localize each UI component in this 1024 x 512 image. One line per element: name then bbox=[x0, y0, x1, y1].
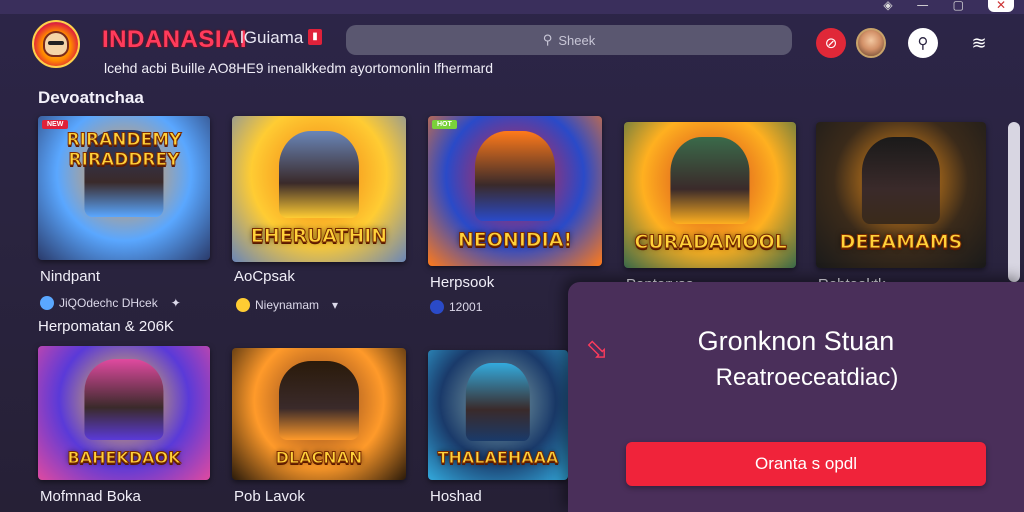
no-notifications-button[interactable]: ⊘ bbox=[816, 28, 846, 58]
title-bar bbox=[0, 0, 1024, 14]
user-avatar[interactable] bbox=[856, 28, 886, 58]
game-meta: JiQOdechc DHcek ✦ bbox=[40, 296, 181, 310]
search-placeholder: Sheek bbox=[558, 32, 596, 48]
panel-cta-button[interactable]: Oranta s opdl bbox=[626, 442, 986, 486]
game-title[interactable]: Nindpant bbox=[40, 268, 100, 285]
game-logo-text: BAHEKDAOK bbox=[67, 447, 181, 467]
game-card[interactable]: EHERUATHIN bbox=[232, 116, 406, 262]
search-button[interactable]: ⚲ bbox=[908, 28, 938, 58]
card-badge: NEW bbox=[42, 120, 69, 129]
tagline: lcehd acbi Buille AO8HE9 inenalkkedm ayo… bbox=[104, 60, 494, 76]
character-art bbox=[278, 361, 360, 441]
maximize-button[interactable]: ▢ bbox=[953, 0, 964, 12]
close-button[interactable]: ✕ bbox=[987, 0, 1014, 12]
game-title[interactable]: AoCpsak bbox=[234, 268, 295, 285]
character-art bbox=[861, 136, 941, 225]
game-logo-text: EHERUATHIN bbox=[250, 225, 388, 248]
window-controls: ◈ — ▢ ✕ bbox=[883, 0, 1014, 12]
promo-panel: ⇩ Gronknon Stuan Reatroeceatdiac) Oranta… bbox=[568, 282, 1024, 512]
provider-icon bbox=[430, 300, 444, 314]
game-meta-text: 12001 bbox=[449, 300, 483, 314]
app-logo[interactable] bbox=[32, 20, 80, 68]
game-card[interactable]: THALAEHAAA bbox=[428, 350, 568, 480]
flag-icon: ▮ bbox=[308, 29, 322, 45]
game-card[interactable]: DEEAMAMS bbox=[816, 122, 986, 268]
search-icon: ⚲ bbox=[542, 32, 553, 48]
game-logo-text: DEEAMAMS bbox=[839, 231, 963, 254]
game-logo-text: RIRANDEMY RIRADDREY bbox=[66, 130, 182, 171]
game-card[interactable]: DLACNAN bbox=[232, 348, 406, 480]
game-meta-text: Nieynamam bbox=[255, 298, 320, 312]
character-art bbox=[278, 130, 360, 219]
game-meta: Nieynamam ▾ bbox=[236, 298, 338, 312]
game-card[interactable]: HOT NEONIDIA! bbox=[428, 116, 602, 266]
game-meta: 12001 bbox=[430, 300, 482, 314]
game-logo-text: THALAEHAAA bbox=[437, 448, 559, 468]
scrollbar[interactable] bbox=[1008, 122, 1020, 282]
character-art bbox=[670, 136, 750, 225]
game-logo-text: CURADAMOOL bbox=[634, 231, 788, 254]
provider-icon bbox=[236, 298, 250, 312]
game-title[interactable]: Herpsook bbox=[430, 274, 494, 291]
meta-icon[interactable]: ✦ bbox=[171, 296, 181, 310]
search-input[interactable]: ⚲ Sheek bbox=[346, 25, 792, 55]
game-card[interactable]: CURADAMOOL bbox=[624, 122, 796, 268]
character-art bbox=[465, 363, 531, 441]
section-title-featured: Devoatnchaa bbox=[38, 88, 144, 107]
game-card[interactable]: NEW RIRANDEMY RIRADDREY bbox=[38, 116, 210, 260]
meta-icon[interactable]: ▾ bbox=[332, 298, 338, 312]
game-title[interactable]: Pob Lavok bbox=[234, 488, 305, 505]
provider-icon bbox=[40, 296, 54, 310]
game-logo-text: NEONIDIA! bbox=[457, 229, 573, 252]
card-badge: HOT bbox=[432, 120, 457, 129]
panel-subtitle: Reatroeceatdiac) bbox=[715, 364, 899, 391]
stack-menu-icon[interactable]: ≋ bbox=[964, 28, 994, 58]
game-logo-text: DLACNAN bbox=[275, 447, 363, 467]
minimize-button[interactable]: — bbox=[917, 0, 929, 12]
brand-subtitle: lGuiama bbox=[240, 28, 304, 47]
section-title-popular: Herpomatan & 206K bbox=[38, 318, 174, 335]
game-title[interactable]: Hoshad bbox=[430, 488, 482, 505]
mascot-face-icon bbox=[43, 31, 69, 57]
restore-icon[interactable]: ◈ bbox=[883, 0, 892, 12]
character-art bbox=[84, 359, 164, 440]
game-card[interactable]: BAHEKDAOK bbox=[38, 346, 210, 480]
character-art bbox=[474, 131, 556, 221]
game-meta-text: JiQOdechc DHcek bbox=[59, 296, 158, 310]
panel-title: Gronknon Stuan bbox=[697, 326, 895, 356]
brand-name: INDANASIAI bbox=[102, 26, 248, 53]
game-title[interactable]: Mofmnad Boka bbox=[40, 488, 141, 505]
